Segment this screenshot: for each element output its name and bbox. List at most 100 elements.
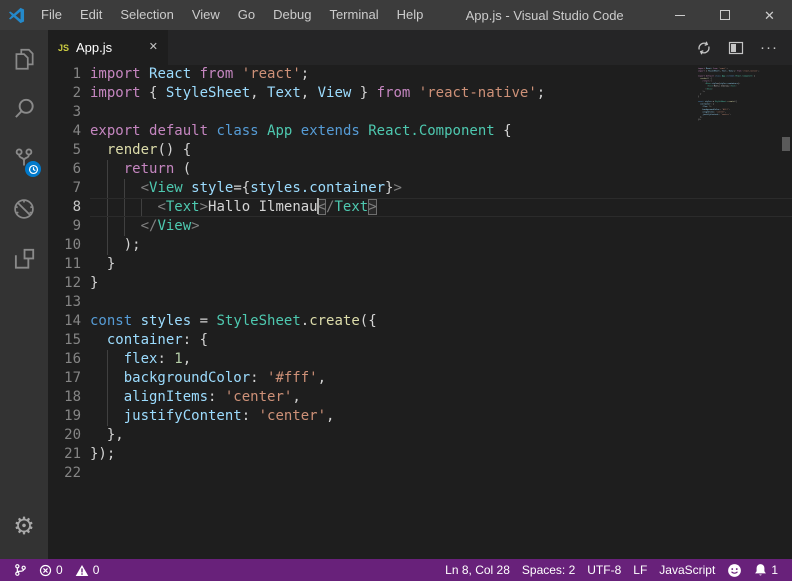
code-line-16[interactable]: 16 flex: 1, (48, 350, 792, 369)
code-line-18[interactable]: 18 alignItems: 'center', (48, 388, 792, 407)
line-number[interactable]: 17 (48, 369, 90, 388)
status-indentation[interactable]: Spaces: 2 (516, 559, 581, 581)
line-number[interactable]: 16 (48, 350, 90, 369)
line-number[interactable]: 3 (48, 103, 90, 122)
menu-item-help[interactable]: Help (388, 0, 433, 30)
line-number[interactable]: 19 (48, 407, 90, 426)
line-content[interactable]: export default class App extends React.C… (90, 122, 792, 141)
menu-item-go[interactable]: Go (229, 0, 264, 30)
line-content[interactable] (90, 103, 792, 122)
minimize-button[interactable] (657, 0, 702, 30)
line-content[interactable]: render() { (90, 141, 792, 160)
line-content[interactable]: justifyContent: 'center', (90, 407, 792, 426)
menu-item-terminal[interactable]: Terminal (320, 0, 387, 30)
sync-changes-icon[interactable] (696, 40, 712, 56)
line-content[interactable]: return ( (90, 160, 792, 179)
line-content[interactable]: <Text>Hallo Ilmenau</Text> (90, 198, 792, 217)
code-line-17[interactable]: 17 backgroundColor: '#fff', (48, 369, 792, 388)
code-line-13[interactable]: 13 (48, 293, 792, 312)
line-number[interactable]: 14 (48, 312, 90, 331)
maximize-button[interactable] (702, 0, 747, 30)
line-number[interactable]: 21 (48, 445, 90, 464)
line-content[interactable] (90, 293, 792, 312)
code-line-5[interactable]: 5 render() { (48, 141, 792, 160)
status-eol[interactable]: LF (627, 559, 653, 581)
line-content[interactable]: }); (90, 445, 792, 464)
line-content[interactable]: ); (90, 236, 792, 255)
code-line-14[interactable]: 14const styles = StyleSheet.create({ (48, 312, 792, 331)
menu-item-debug[interactable]: Debug (264, 0, 320, 30)
line-number[interactable]: 15 (48, 331, 90, 350)
code-line-1[interactable]: 1import React from 'react'; (48, 65, 792, 84)
activity-explorer-button[interactable] (0, 34, 48, 84)
status-errors[interactable]: 0 (33, 559, 69, 581)
line-number[interactable]: 9 (48, 217, 90, 236)
more-actions-icon[interactable]: ··· (760, 40, 778, 55)
line-number[interactable]: 4 (48, 122, 90, 141)
line-content[interactable]: flex: 1, (90, 350, 792, 369)
line-number[interactable]: 18 (48, 388, 90, 407)
activity-debug-button[interactable] (0, 184, 48, 234)
line-content[interactable] (90, 464, 792, 483)
code-line-15[interactable]: 15 container: { (48, 331, 792, 350)
code-line-12[interactable]: 12} (48, 274, 792, 293)
line-number[interactable]: 5 (48, 141, 90, 160)
code-line-11[interactable]: 11 } (48, 255, 792, 274)
code-line-9[interactable]: 9 </View> (48, 217, 792, 236)
line-content[interactable]: } (90, 255, 792, 274)
line-content[interactable]: import { StyleSheet, Text, View } from '… (90, 84, 792, 103)
line-content[interactable]: }, (90, 426, 792, 445)
menu-item-edit[interactable]: Edit (71, 0, 111, 30)
code-line-19[interactable]: 19 justifyContent: 'center', (48, 407, 792, 426)
tab-close-icon[interactable]: ✕ (149, 42, 158, 53)
code-line-6[interactable]: 6 return ( (48, 160, 792, 179)
tab-appjs[interactable]: JS App.js ✕ (48, 30, 168, 65)
line-number[interactable]: 8 (48, 198, 90, 217)
line-number[interactable]: 6 (48, 160, 90, 179)
line-content[interactable]: <View style={styles.container}> (90, 179, 792, 198)
code-line-7[interactable]: 7 <View style={styles.container}> (48, 179, 792, 198)
line-content[interactable]: } (90, 274, 792, 293)
line-content[interactable]: import React from 'react'; (90, 65, 792, 84)
line-number[interactable]: 22 (48, 464, 90, 483)
status-git-branch[interactable] (8, 559, 33, 581)
menu-item-selection[interactable]: Selection (111, 0, 182, 30)
code-line-8[interactable]: 8 <Text>Hallo Ilmenau</Text> (48, 198, 792, 217)
activity-extensions-button[interactable] (0, 234, 48, 284)
line-number[interactable]: 12 (48, 274, 90, 293)
code-line-2[interactable]: 2import { StyleSheet, Text, View } from … (48, 84, 792, 103)
line-content[interactable]: container: { (90, 331, 792, 350)
line-content[interactable]: </View> (90, 217, 792, 236)
line-number[interactable]: 2 (48, 84, 90, 103)
status-encoding[interactable]: UTF-8 (581, 559, 627, 581)
line-number[interactable]: 10 (48, 236, 90, 255)
status-warnings[interactable]: 0 (69, 559, 106, 581)
line-number[interactable]: 1 (48, 65, 90, 84)
line-number[interactable]: 20 (48, 426, 90, 445)
menu-item-file[interactable]: File (32, 0, 71, 30)
status-language-mode[interactable]: JavaScript (653, 559, 721, 581)
split-editor-icon[interactable] (728, 40, 744, 56)
activity-search-button[interactable] (0, 84, 48, 134)
line-content[interactable]: const styles = StyleSheet.create({ (90, 312, 792, 331)
activity-source-control-button[interactable] (0, 134, 48, 184)
code-line-4[interactable]: 4export default class App extends React.… (48, 122, 792, 141)
settings-button[interactable]: ⚙ (0, 501, 48, 551)
line-number[interactable]: 13 (48, 293, 90, 312)
status-cursor-position[interactable]: Ln 8, Col 28 (439, 559, 516, 581)
code-line-21[interactable]: 21}); (48, 445, 792, 464)
status-notifications[interactable]: 1 (748, 559, 784, 581)
minimap[interactable]: import React from 'react';import { Style… (698, 67, 776, 207)
code-line-3[interactable]: 3 (48, 103, 792, 122)
status-feedback[interactable] (721, 559, 748, 581)
line-number[interactable]: 7 (48, 179, 90, 198)
code-line-22[interactable]: 22 (48, 464, 792, 483)
close-button[interactable]: ✕ (747, 0, 792, 30)
line-number[interactable]: 11 (48, 255, 90, 274)
code-editor[interactable]: 1import React from 'react';2import { Sty… (48, 65, 792, 559)
line-content[interactable]: alignItems: 'center', (90, 388, 792, 407)
code-line-10[interactable]: 10 ); (48, 236, 792, 255)
line-content[interactable]: backgroundColor: '#fff', (90, 369, 792, 388)
menu-item-view[interactable]: View (183, 0, 229, 30)
code-line-20[interactable]: 20 }, (48, 426, 792, 445)
